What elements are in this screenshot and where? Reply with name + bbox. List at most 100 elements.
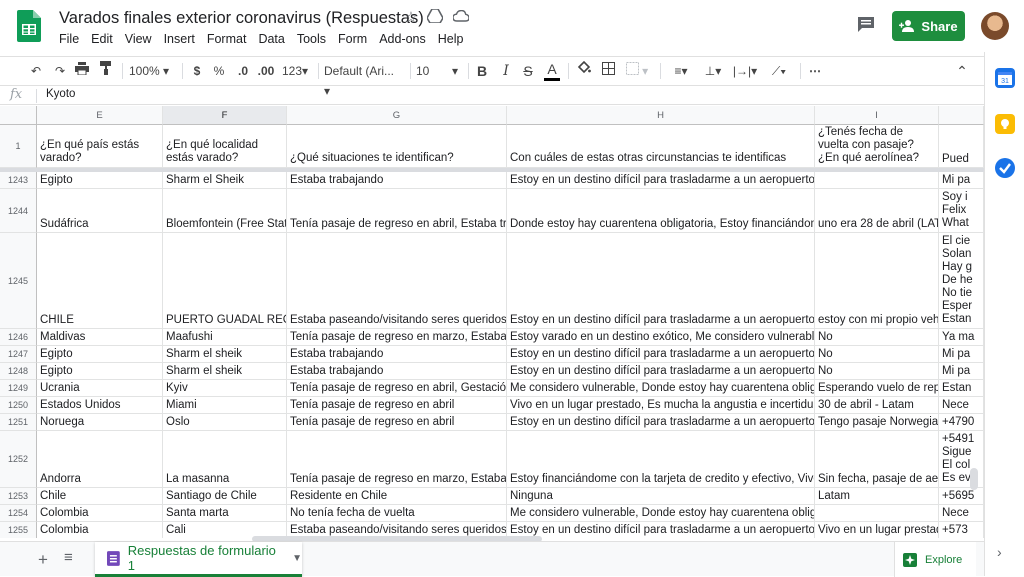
cloud-saved-icon[interactable]: [452, 9, 470, 27]
sheets-logo-icon[interactable]: [17, 10, 41, 42]
cell-j[interactable]: Soy i Felix What: [939, 189, 984, 233]
row-header[interactable]: 1254: [0, 505, 37, 522]
cell-situations[interactable]: Estaba paseando/visitando seres queridos: [287, 233, 507, 329]
currency-format-button[interactable]: $: [190, 61, 204, 81]
more-options-icon[interactable]: ⋯: [806, 61, 824, 81]
cell-j[interactable]: Mi pa: [939, 363, 984, 380]
row-header[interactable]: 1: [0, 125, 37, 168]
cell-country[interactable]: Egipto: [37, 346, 163, 363]
cell-circumstances[interactable]: Me considero vulnerable, Donde estoy hay…: [507, 505, 815, 522]
cell-j[interactable]: Estan: [939, 380, 984, 397]
row-header[interactable]: 1245: [0, 233, 37, 329]
row-header[interactable]: 1251: [0, 414, 37, 431]
cell-country[interactable]: Andorra: [37, 431, 163, 488]
cell-situations[interactable]: Tenía pasaje de regreso en abril: [287, 414, 507, 431]
vertical-scrollbar[interactable]: [970, 468, 978, 490]
star-icon[interactable]: ☆: [402, 9, 420, 27]
merge-cells-icon[interactable]: ▾: [624, 61, 650, 81]
menu-file[interactable]: File: [53, 32, 85, 50]
collapse-menu-icon[interactable]: ⌃: [954, 61, 970, 81]
cell-circumstances[interactable]: Estoy en un destino difícil para traslad…: [507, 363, 815, 380]
menu-tools[interactable]: Tools: [291, 32, 332, 50]
cell-situations[interactable]: Residente en Chile: [287, 488, 507, 505]
cell-return-date[interactable]: Latam: [815, 488, 939, 505]
cell-return-date[interactable]: No: [815, 346, 939, 363]
move-to-drive-icon[interactable]: [426, 8, 444, 27]
zoom-select[interactable]: 100% ▾: [128, 61, 170, 81]
spreadsheet-grid[interactable]: E F G H I 1 ¿En qué país estás varado? ¿…: [0, 106, 984, 538]
cell-circumstances[interactable]: Ninguna: [507, 488, 815, 505]
increase-decimal-button[interactable]: .00: [256, 61, 276, 81]
column-header-h[interactable]: H: [507, 106, 815, 125]
cell-country[interactable]: Sudáfrica: [37, 189, 163, 233]
cell-locality[interactable]: Sharm el sheik: [163, 346, 287, 363]
column-header-j[interactable]: [939, 106, 984, 125]
cell-locality[interactable]: Kyiv: [163, 380, 287, 397]
cell-locality[interactable]: Oslo: [163, 414, 287, 431]
cell-situations[interactable]: Estaba trabajando: [287, 346, 507, 363]
row-header[interactable]: 1244: [0, 189, 37, 233]
header-cell-country[interactable]: ¿En qué país estás varado?: [37, 125, 163, 168]
vertical-align-icon[interactable]: ⊥▾: [700, 61, 726, 81]
text-rotation-icon[interactable]: ⟋▾: [764, 61, 794, 81]
cell-locality[interactable]: La masanna: [163, 431, 287, 488]
text-wrapping-icon[interactable]: |→|▾: [732, 61, 758, 81]
font-select[interactable]: Default (Ari... ▾: [324, 61, 402, 98]
cell-locality[interactable]: Sharm el Sheik: [163, 172, 287, 189]
comment-icon[interactable]: [857, 16, 875, 32]
cell-return-date[interactable]: estoy con mi propio vehíc: [815, 233, 939, 329]
column-header-e[interactable]: E: [37, 106, 163, 125]
header-cell-circumstances[interactable]: Con cuáles de estas otras circunstancias…: [507, 125, 815, 168]
document-title[interactable]: Varados finales exterior coronavirus (Re…: [59, 9, 424, 28]
strikethrough-button[interactable]: S: [520, 61, 536, 81]
fill-color-icon[interactable]: [576, 60, 592, 81]
undo-icon[interactable]: ↶: [28, 61, 44, 81]
avatar[interactable]: [981, 12, 1009, 40]
header-cell-situations[interactable]: ¿Qué situaciones te identifican?: [287, 125, 507, 168]
cell-j[interactable]: Mi pa: [939, 172, 984, 189]
cell-situations[interactable]: Tenía pasaje de regreso en abril, Estaba…: [287, 189, 507, 233]
cell-country[interactable]: Egipto: [37, 363, 163, 380]
cell-return-date[interactable]: [815, 505, 939, 522]
column-header-f[interactable]: F: [163, 106, 287, 125]
cell-circumstances[interactable]: Donde estoy hay cuarentena obligatoria, …: [507, 189, 815, 233]
select-all-corner[interactable]: [0, 106, 37, 125]
cell-country[interactable]: CHILE: [37, 233, 163, 329]
row-header[interactable]: 1252: [0, 431, 37, 488]
cell-j[interactable]: +4790: [939, 414, 984, 431]
cell-country[interactable]: Maldivas: [37, 329, 163, 346]
cell-situations[interactable]: Estaba trabajando: [287, 172, 507, 189]
cell-return-date[interactable]: Esperando vuelo de repai: [815, 380, 939, 397]
font-size-select[interactable]: 10 ▾: [416, 61, 462, 81]
cell-circumstances[interactable]: Me considero vulnerable, Donde estoy hay…: [507, 380, 815, 397]
cell-j[interactable]: Nece: [939, 397, 984, 414]
percent-format-button[interactable]: %: [212, 61, 226, 81]
sheet-tab[interactable]: Respuestas de formulario 1 ▼: [95, 542, 302, 577]
cell-return-date[interactable]: Tengo pasaje Norwegian: [815, 414, 939, 431]
cell-country[interactable]: Chile: [37, 488, 163, 505]
cell-country[interactable]: Ucrania: [37, 380, 163, 397]
more-formats-select[interactable]: 123▾: [280, 61, 310, 81]
text-color-button[interactable]: A: [544, 61, 560, 81]
column-header-g[interactable]: G: [287, 106, 507, 125]
bold-button[interactable]: B: [474, 61, 490, 81]
cell-country[interactable]: Egipto: [37, 172, 163, 189]
cell-locality[interactable]: Miami: [163, 397, 287, 414]
print-icon[interactable]: [74, 61, 90, 81]
row-header[interactable]: 1255: [0, 522, 37, 538]
italic-button[interactable]: I: [498, 61, 514, 81]
all-sheets-icon[interactable]: ≡: [64, 549, 73, 566]
share-button[interactable]: Share: [892, 11, 965, 41]
redo-icon[interactable]: ↷: [52, 61, 68, 81]
row-header[interactable]: 1246: [0, 329, 37, 346]
row-header[interactable]: 1253: [0, 488, 37, 505]
cell-locality[interactable]: Santiago de Chile: [163, 488, 287, 505]
cell-return-date[interactable]: 30 de abril - Latam: [815, 397, 939, 414]
calendar-icon[interactable]: 31: [995, 68, 1015, 88]
add-sheet-icon[interactable]: +: [38, 550, 48, 570]
cell-situations[interactable]: Tenía pasaje de regreso en marzo, Estaba…: [287, 329, 507, 346]
cell-locality[interactable]: Santa marta: [163, 505, 287, 522]
tasks-icon[interactable]: [995, 158, 1015, 178]
borders-icon[interactable]: [600, 61, 616, 81]
menu-view[interactable]: View: [119, 32, 158, 50]
